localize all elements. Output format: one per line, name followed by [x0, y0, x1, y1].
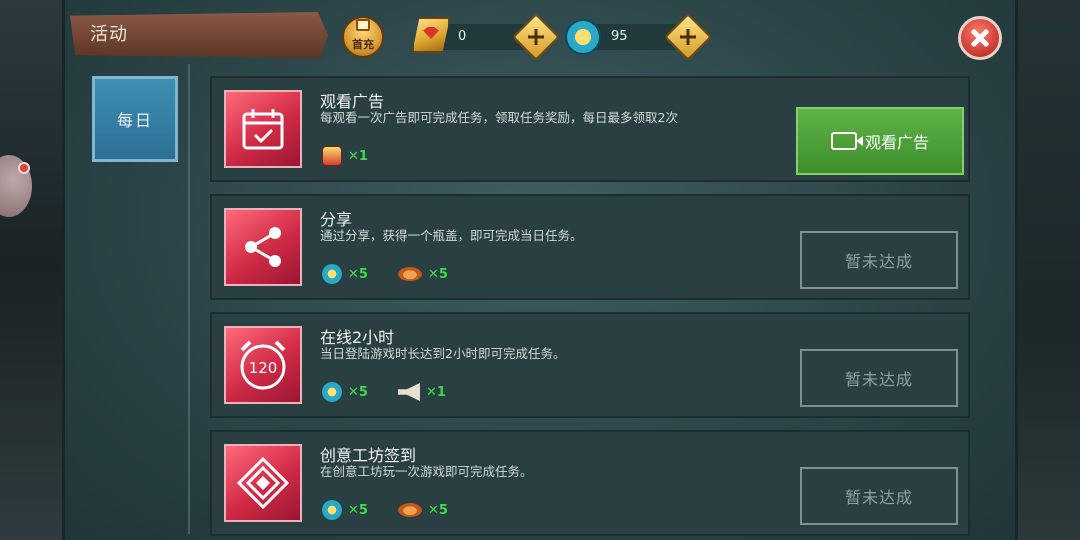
not-achieved-button[interactable]: 暂未达成 — [800, 231, 958, 289]
token-value: 95 — [611, 29, 628, 44]
reward-count: ✕1 — [425, 384, 446, 400]
not-achieved-button[interactable]: 暂未达成 — [800, 349, 958, 407]
reward-list: ✕1 — [322, 146, 368, 166]
task-title: 创意工坊签到 — [320, 446, 417, 465]
page-title: 活动 — [90, 24, 128, 45]
task-description: 通过分享，获得一个瓶盖，即可完成当日任务。 — [320, 228, 583, 243]
reward-count: ✕5 — [348, 502, 368, 518]
nav-divider — [188, 64, 190, 534]
diamond-badge-icon — [224, 444, 302, 522]
bottle-cap-icon — [397, 503, 422, 517]
reward-count: ✕5 — [427, 266, 448, 282]
gift-icon — [356, 19, 370, 31]
not-achieved-label: 暂未达成 — [844, 252, 913, 271]
gold-value: 0 — [458, 29, 467, 44]
reward-count: ✕5 — [348, 266, 368, 282]
alarm-clock-label: 120 — [249, 359, 278, 377]
reward-list: ✕5 ✕1 — [322, 382, 446, 402]
task-description: 当日登陆游戏时长达到2小时即可完成任务。 — [320, 346, 566, 361]
reward-item: ✕1 — [322, 146, 368, 166]
video-camera-icon — [830, 132, 863, 150]
not-achieved-label: 暂未达成 — [844, 370, 913, 389]
horn-icon — [397, 383, 420, 401]
notification-dot-icon — [18, 162, 30, 174]
not-achieved-button[interactable]: 暂未达成 — [800, 467, 958, 525]
close-button[interactable] — [958, 16, 1002, 60]
token-icon — [322, 264, 342, 284]
background-left — [0, 0, 62, 540]
reward-item: ✕5 — [397, 266, 448, 282]
gift-box-icon — [322, 146, 342, 166]
token-icon — [322, 382, 342, 402]
task-title: 在线2小时 — [320, 328, 395, 347]
watch-ad-button[interactable]: 观看广告 — [796, 107, 964, 175]
share-icon — [224, 208, 302, 286]
token-icon — [322, 500, 342, 520]
reward-item: ✕5 — [322, 382, 368, 402]
reward-list: ✕5 ✕5 — [322, 264, 448, 284]
reward-item: ✕5 — [322, 264, 368, 284]
watch-ad-button-label: 观看广告 — [864, 133, 929, 152]
first-topup-label: 首充 — [352, 38, 374, 51]
reward-count: ✕5 — [427, 502, 448, 518]
task-description: 在创意工坊玩一次游戏即可完成任务。 — [320, 464, 533, 479]
reward-count: ✕1 — [348, 148, 368, 164]
alarm-clock-icon: 120 — [224, 326, 302, 404]
reward-list: ✕5 ✕5 — [322, 500, 448, 520]
reward-item: ✕5 — [397, 502, 448, 518]
tab-daily-label: 每日 — [116, 111, 153, 130]
task-title: 观看广告 — [320, 92, 385, 111]
task-title: 分享 — [320, 210, 353, 229]
reward-item: ✕5 — [322, 500, 368, 520]
calendar-check-icon — [224, 90, 302, 168]
sun-token-icon — [565, 19, 601, 55]
reward-item: ✕1 — [397, 383, 446, 401]
background-right — [1018, 0, 1080, 540]
reward-count: ✕5 — [348, 384, 368, 400]
task-description: 每观看一次广告即可完成任务，领取任务奖励，每日最多领取2次 — [320, 110, 678, 125]
tab-daily[interactable]: 每日 — [92, 76, 178, 162]
bottle-cap-icon — [397, 267, 422, 281]
not-achieved-label: 暂未达成 — [844, 488, 913, 507]
